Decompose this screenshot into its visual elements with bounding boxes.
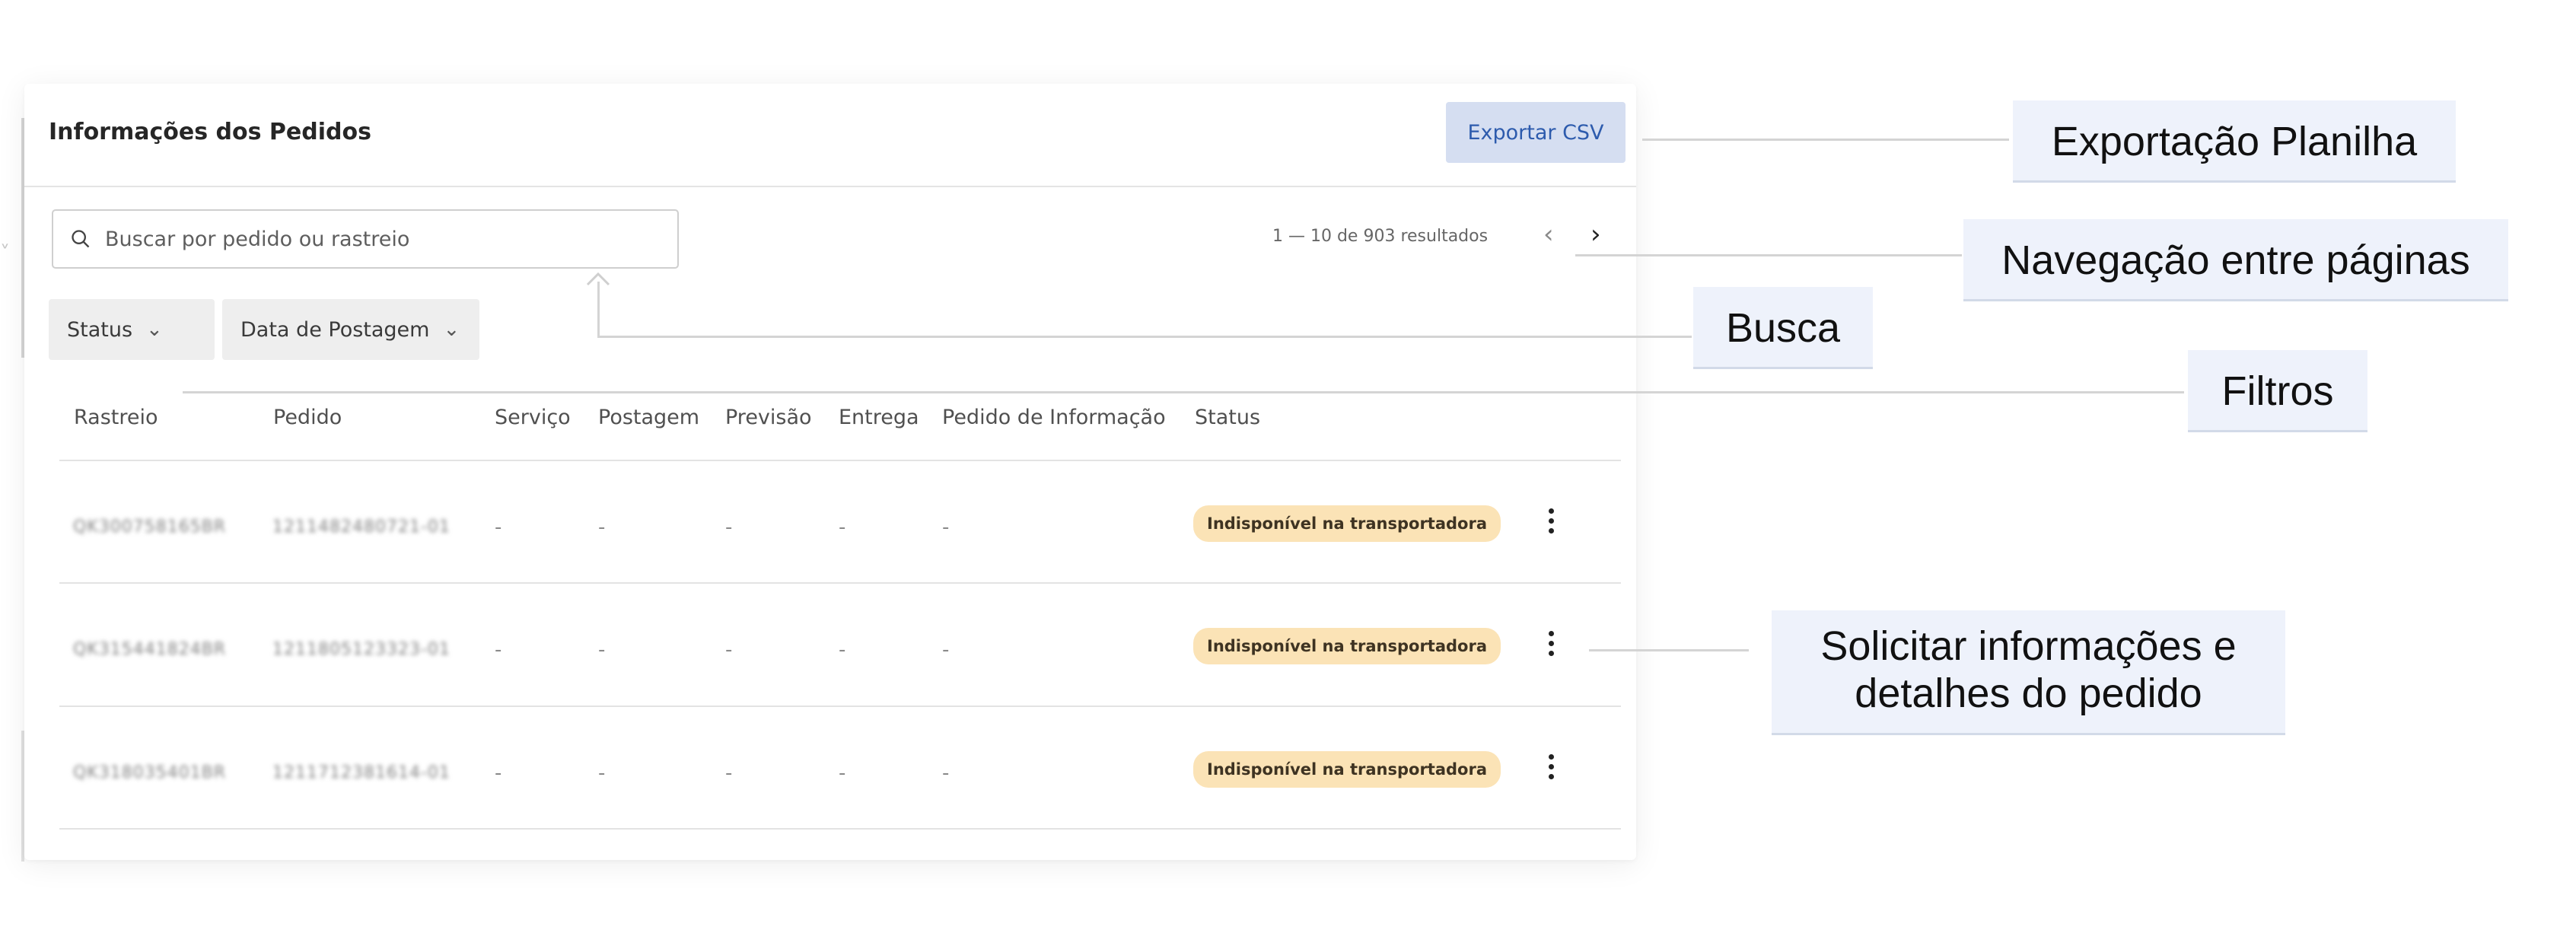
column-header-servico: Serviço <box>495 406 571 429</box>
search-input[interactable] <box>103 226 639 252</box>
background-arrow-icon: ˅ <box>0 242 10 265</box>
order-number: 1211805123323-01 <box>272 640 451 659</box>
chevron-down-icon: ⌄ <box>146 318 163 341</box>
tracking-code: QK315441824BR <box>73 640 227 659</box>
arrow-up-icon <box>586 271 610 286</box>
connector-line-search <box>597 282 600 337</box>
tracking-code: QK318035401BR <box>73 763 227 782</box>
kebab-menu-icon[interactable] <box>1545 508 1557 534</box>
divider <box>59 582 1621 584</box>
column-header-postagem: Postagem <box>598 406 700 429</box>
search-icon <box>72 230 90 248</box>
column-header-status: Status <box>1195 406 1261 429</box>
order-number: 1211712381614-01 <box>272 763 451 782</box>
column-header-entrega: Entrega <box>839 406 919 429</box>
chevron-down-icon: ⌄ <box>443 318 460 341</box>
page-title: Informações dos Pedidos <box>49 119 371 145</box>
chevron-right-icon[interactable]: › <box>1590 219 1601 250</box>
connector-line-export <box>1642 139 2009 141</box>
forecast-cell: - <box>725 639 733 661</box>
pagination-summary: 1 — 10 de 903 resultados <box>1272 227 1489 246</box>
annotation-details-line2: detalhes do pedido <box>1855 670 2202 716</box>
column-header-pedido: Pedido <box>273 406 342 429</box>
info-request-cell: - <box>942 639 950 661</box>
delivery-cell: - <box>839 762 846 785</box>
connector-line-details <box>1589 649 1749 651</box>
divider <box>59 706 1621 707</box>
posting-cell: - <box>598 639 606 661</box>
date-filter-dropdown[interactable]: Data de Postagem ⌄ <box>222 299 479 360</box>
status-filter-dropdown[interactable]: Status ⌄ <box>49 299 215 360</box>
order-number: 1211482480721-01 <box>272 518 451 537</box>
connector-line-search <box>597 336 1692 338</box>
divider <box>59 828 1621 830</box>
info-request-cell: - <box>942 762 950 785</box>
column-header-previsao: Previsão <box>725 406 812 429</box>
status-badge: Indisponível na transportadora <box>1193 628 1501 664</box>
annotation-details: Solicitar informações e detalhes do pedi… <box>1772 610 2285 735</box>
tracking-code: QK300758165BR <box>73 518 227 537</box>
date-filter-label: Data de Postagem <box>240 317 430 342</box>
service-cell: - <box>495 639 502 661</box>
divider <box>59 460 1621 461</box>
connector-line-filters <box>183 391 2184 393</box>
status-badge: Indisponível na transportadora <box>1193 505 1501 542</box>
delivery-cell: - <box>839 639 846 661</box>
chevron-left-icon[interactable]: ‹ <box>1543 219 1554 250</box>
posting-cell: - <box>598 516 606 539</box>
annotation-search: Busca <box>1693 287 1873 369</box>
status-filter-label: Status <box>67 317 133 342</box>
service-cell: - <box>495 762 502 785</box>
posting-cell: - <box>598 762 606 785</box>
delivery-cell: - <box>839 516 846 539</box>
export-csv-button[interactable]: Exportar CSV <box>1446 102 1626 163</box>
search-box[interactable] <box>52 209 679 269</box>
status-badge: Indisponível na transportadora <box>1193 751 1501 788</box>
service-cell: - <box>495 516 502 539</box>
forecast-cell: - <box>725 762 733 785</box>
info-request-cell: - <box>942 516 950 539</box>
column-header-pedido-informacao: Pedido de Informação <box>942 406 1166 429</box>
annotation-pagination: Navegação entre páginas <box>1963 219 2508 301</box>
orders-panel: Informações dos Pedidos Exportar CSV 1 —… <box>24 84 1636 860</box>
annotation-export: Exportação Planilha <box>2013 100 2456 183</box>
divider <box>24 186 1636 187</box>
forecast-cell: - <box>725 516 733 539</box>
connector-line-pagination <box>1575 254 1962 256</box>
annotation-details-line1: Solicitar informações e <box>1820 623 2237 669</box>
annotation-filters: Filtros <box>2188 350 2367 432</box>
column-header-rastreio: Rastreio <box>74 406 158 429</box>
kebab-menu-icon[interactable] <box>1545 754 1557 779</box>
kebab-menu-icon[interactable] <box>1545 631 1557 656</box>
